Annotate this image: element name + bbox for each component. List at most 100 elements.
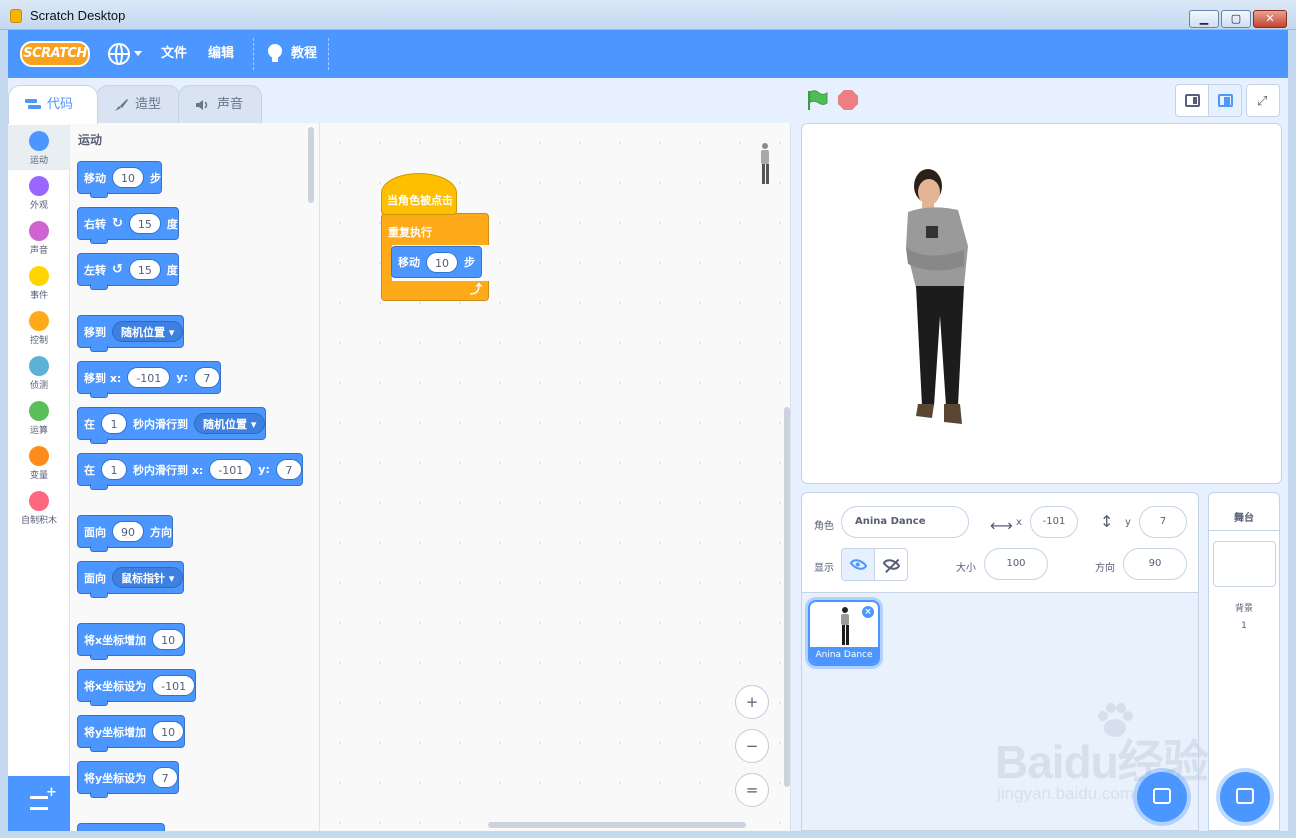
eye-icon [849,555,868,574]
block-point-towards[interactable]: 面向 鼠标指针 [77,561,185,598]
size-input[interactable]: 100 [984,548,1048,580]
language-globe-icon[interactable] [108,43,130,65]
scratch-logo[interactable]: SCRATCH [20,41,90,67]
block-text: 左转 [84,263,106,277]
category-operators[interactable]: 运算 [8,395,70,440]
block-set-x[interactable]: 将x坐标设为 -101 [77,669,197,706]
seconds-input[interactable]: 1 [101,459,127,480]
window-border-bottom [0,831,1296,838]
direction-input[interactable]: 90 [112,521,144,542]
forever-label: 重复执行 [388,226,432,239]
green-flag-icon[interactable] [806,89,828,111]
y-input[interactable]: 7 [193,367,220,388]
block-goto[interactable]: 移到 随机位置 [77,315,185,352]
menu-tutorials[interactable]: 教程 [291,30,317,78]
menu-edit[interactable]: 编辑 [208,30,234,78]
block-turn-right[interactable]: 右转 ↻ 15 度 [77,207,179,244]
direction-input[interactable]: 90 [1123,548,1187,580]
sprite-on-stage[interactable] [898,166,978,438]
y-input[interactable]: 7 [275,459,302,480]
backdrop-thumbnail[interactable] [1213,541,1276,587]
sprite-name-input[interactable]: Anina Dance [841,506,969,538]
steps-input[interactable]: 10 [112,167,144,188]
add-extension-button[interactable] [8,776,70,831]
target-dropdown[interactable]: 随机位置 [112,321,184,342]
direction-label: 方向 [1095,563,1115,574]
x-input[interactable]: -101 [1030,506,1078,538]
sprite-thumbnail [841,607,849,645]
degrees-input[interactable]: 15 [128,213,161,234]
choose-sprite-button[interactable] [1137,772,1187,822]
window-titlebar: Scratch Desktop ▁ ▢ ✕ [0,0,1296,30]
block-goto-xy[interactable]: 移到 x: -101 y: 7 [77,361,221,398]
x-input[interactable]: -101 [127,367,171,388]
tab-sounds[interactable]: 声音 [178,85,262,123]
category-sound[interactable]: 声音 [8,215,70,260]
maximize-button[interactable]: ▢ [1221,10,1251,28]
block-partial[interactable] [77,823,165,831]
close-button[interactable]: ✕ [1253,10,1287,28]
block-change-x[interactable]: 将x坐标增加 10 [77,623,186,660]
y-label: y [1125,517,1131,528]
fullscreen-button[interactable]: ⤢ [1246,84,1280,117]
block-glide[interactable]: 在 1 秒内滑行到 随机位置 [77,407,267,444]
zoom-in-button[interactable]: + [735,685,769,719]
category-control[interactable]: 控制 [8,305,70,350]
menu-divider [253,38,254,70]
palette-scrollbar[interactable] [308,127,314,203]
chevron-down-icon[interactable] [134,51,142,56]
category-sensing[interactable]: 侦测 [8,350,70,395]
block-turn-left[interactable]: 左转 ↺ 15 度 [77,253,179,290]
category-dot [29,176,49,196]
block-move-steps[interactable]: 移动 10 步 [77,161,162,198]
x-input[interactable]: -101 [209,459,253,480]
block-palette: 运动 移动 10 步 右转 ↻ 15 度 左转 ↺ 15 度 移到 随机位置 移… [70,123,320,831]
block-change-y[interactable]: 将y坐标增加 10 [77,715,186,752]
tab-code[interactable]: 代码 [8,85,98,124]
normal-stage-button[interactable] [1208,84,1242,117]
zoom-reset-button[interactable]: = [735,773,769,807]
block-text: 面向 [84,525,106,539]
block-point-direction[interactable]: 面向 90 方向 [77,515,173,552]
value-input[interactable]: 7 [152,767,179,788]
script-workspace[interactable]: 重复执行 ⤴ 当角色被点击 移动 10 步 + − = [320,123,791,831]
category-variables[interactable]: 变量 [8,440,70,485]
show-sprite-button[interactable] [841,548,875,581]
when-sprite-clicked-block[interactable]: 当角色被点击 [381,173,457,215]
value-input[interactable]: -101 [152,675,196,696]
y-input[interactable]: 7 [1139,506,1187,538]
stop-icon[interactable] [838,90,858,110]
tab-costumes-label: 造型 [135,97,162,112]
menu-file[interactable]: 文件 [161,30,187,78]
value-input[interactable]: 10 [152,629,185,650]
category-my-blocks[interactable]: 自制积木 [8,485,70,530]
value-input[interactable]: 10 [152,721,185,742]
minimize-button[interactable]: ▁ [1189,10,1219,28]
target-dropdown[interactable]: 鼠标指针 [112,567,184,588]
category-looks[interactable]: 外观 [8,170,70,215]
target-dropdown[interactable]: 随机位置 [194,413,266,434]
x-label: x [1016,517,1022,528]
degrees-input[interactable]: 15 [128,259,161,280]
category-events[interactable]: 事件 [8,260,70,305]
choose-backdrop-button[interactable] [1220,772,1270,822]
hide-sprite-button[interactable] [874,548,908,581]
category-label: 运算 [29,426,48,436]
block-glide-xy[interactable]: 在 1 秒内滑行到 x: -101 y: 7 [77,453,303,490]
tab-costumes[interactable]: 造型 [96,85,180,123]
workspace-vertical-scrollbar[interactable] [784,407,790,787]
steps-input[interactable]: 10 [426,251,458,273]
workspace-horizontal-scrollbar[interactable] [488,822,746,828]
zoom-out-button[interactable]: − [735,729,769,763]
small-stage-button[interactable] [1175,84,1209,117]
seconds-input[interactable]: 1 [101,413,127,434]
script-move-block[interactable]: 移动 10 步 [391,246,482,278]
lightbulb-icon[interactable] [268,44,282,62]
stage-canvas[interactable] [801,123,1282,484]
category-dot [29,401,49,421]
window-border-left [0,30,8,831]
block-text: 秒内滑行到 x: [133,463,204,477]
delete-sprite-icon[interactable]: × [861,605,875,619]
block-set-y[interactable]: 将y坐标设为 7 [77,761,180,798]
category-motion[interactable]: 运动 [8,125,70,170]
